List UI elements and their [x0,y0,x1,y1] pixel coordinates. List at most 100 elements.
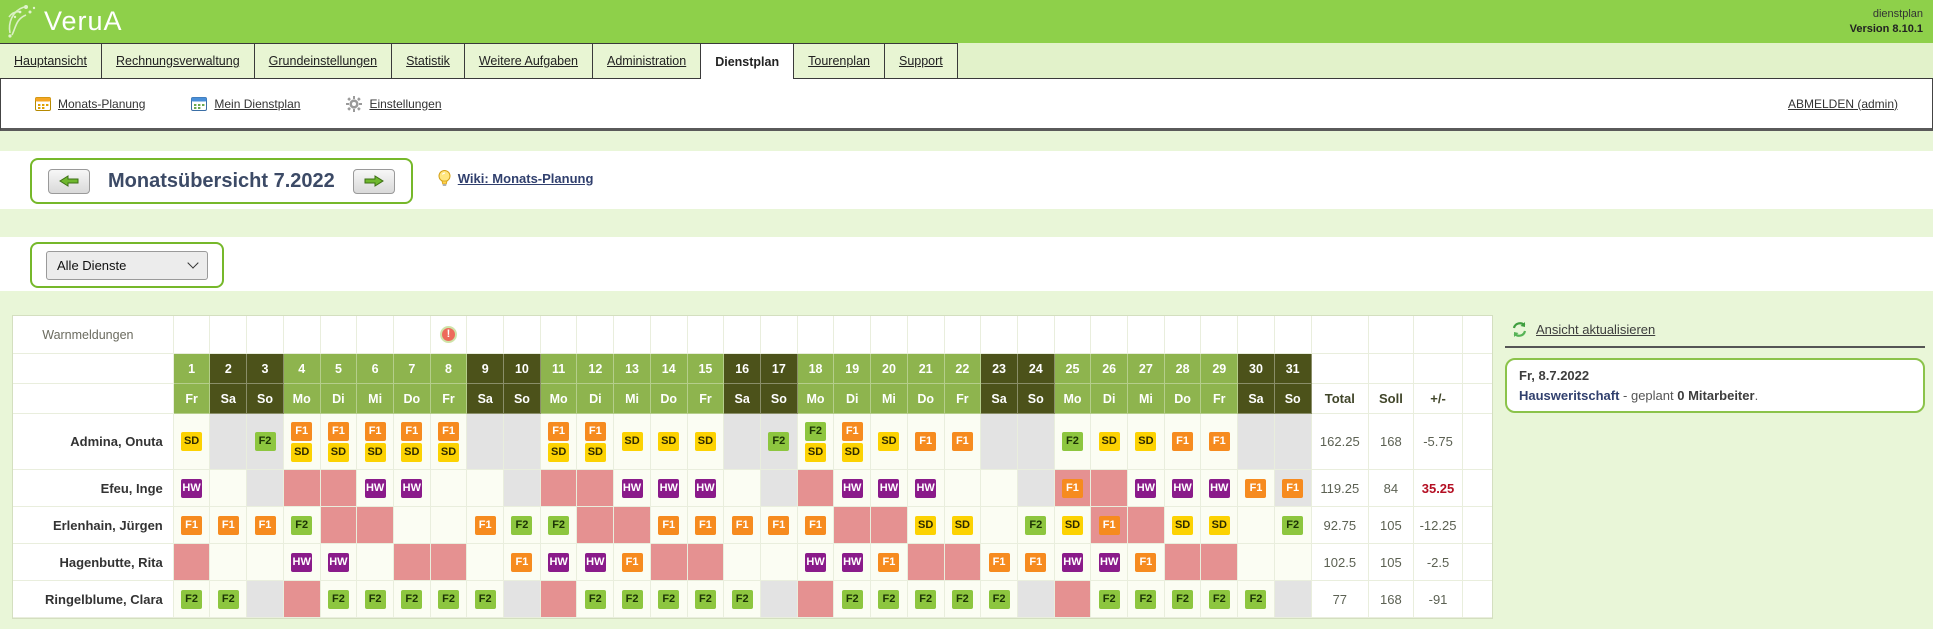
shift-badge-f1[interactable]: F1 [878,553,899,572]
shift-badge-sd[interactable]: SD [622,432,643,451]
shift-badge-f1[interactable]: F1 [548,422,569,441]
shift-cell-day-1[interactable]: HW [174,470,211,507]
day-name-2[interactable]: Sa [210,384,247,414]
shift-cell-day-14[interactable]: F1 [651,507,688,544]
shift-badge-sd[interactable]: SD [842,443,863,462]
shift-cell-day-17[interactable]: F2 [761,414,798,470]
shift-cell-day-3[interactable]: F2 [247,414,284,470]
shift-badge-hw[interactable]: HW [805,553,826,572]
shift-cell-day-12[interactable]: HW [577,544,614,581]
shift-cell-day-25[interactable]: F2 [1055,414,1092,470]
shift-badge-f1[interactable]: F1 [842,422,863,441]
shift-cell-day-11[interactable]: F2 [541,507,578,544]
shift-cell-day-6[interactable] [357,507,394,544]
shift-cell-day-13[interactable]: F2 [614,581,651,618]
shift-cell-day-28[interactable] [1165,544,1202,581]
day-number-23[interactable]: 23 [981,354,1018,384]
day-name-1[interactable]: Fr [174,384,211,414]
shift-cell-day-23[interactable]: F1 [981,544,1018,581]
shift-badge-f2[interactable]: F2 [181,590,202,609]
shift-badge-sd[interactable]: SD [915,516,936,535]
day-number-3[interactable]: 3 [247,354,284,384]
shift-badge-f2[interactable]: F2 [365,590,386,609]
day-name-15[interactable]: Fr [688,384,725,414]
tab-statistik[interactable]: Statistik [391,43,465,78]
shift-cell-day-20[interactable]: F2 [871,581,908,618]
shift-badge-f2[interactable]: F2 [805,422,826,441]
shift-cell-day-5[interactable]: F2 [321,581,358,618]
shift-cell-day-5[interactable] [321,470,358,507]
employee-name[interactable]: Ringelblume, Clara [13,581,174,618]
shift-badge-hw[interactable]: HW [181,479,202,498]
day-number-18[interactable]: 18 [798,354,835,384]
shift-badge-hw[interactable]: HW [915,479,936,498]
shift-cell-day-11[interactable] [541,581,578,618]
shift-cell-day-23[interactable] [981,470,1018,507]
shift-cell-day-23[interactable] [981,414,1018,470]
shift-cell-day-4[interactable] [284,470,321,507]
day-number-10[interactable]: 10 [504,354,541,384]
day-name-13[interactable]: Mi [614,384,651,414]
day-name-14[interactable]: Do [651,384,688,414]
shift-cell-day-22[interactable]: SD [945,507,982,544]
tab-dienstplan[interactable]: Dienstplan [700,43,794,79]
shift-badge-f1[interactable]: F1 [805,516,826,535]
day-name-4[interactable]: Mo [284,384,321,414]
shift-cell-day-24[interactable]: F2 [1018,507,1055,544]
shift-badge-f1[interactable]: F1 [475,516,496,535]
day-number-5[interactable]: 5 [321,354,358,384]
shift-cell-day-2[interactable]: F1 [210,507,247,544]
wiki-link[interactable]: Wiki: Monats-Planung [458,171,594,186]
shift-cell-day-27[interactable]: HW [1128,470,1165,507]
shift-cell-day-26[interactable]: HW [1091,544,1128,581]
shift-badge-sd[interactable]: SD [401,443,422,462]
shift-badge-f2[interactable]: F2 [401,590,422,609]
shift-cell-day-1[interactable]: F2 [174,581,211,618]
shift-badge-f2[interactable]: F2 [878,590,899,609]
shift-badge-f2[interactable]: F2 [952,590,973,609]
shift-badge-f2[interactable]: F2 [1245,590,1266,609]
shift-cell-day-31[interactable] [1275,414,1312,470]
shift-badge-f1[interactable]: F1 [658,516,679,535]
toolbar-item-monats-planung[interactable]: Monats-Planung [35,96,145,111]
shift-badge-f1[interactable]: F1 [365,422,386,441]
day-name-21[interactable]: Do [908,384,945,414]
shift-badge-f1[interactable]: F1 [291,422,312,441]
day-number-13[interactable]: 13 [614,354,651,384]
shift-badge-f1[interactable]: F1 [695,516,716,535]
shift-cell-day-23[interactable] [981,507,1018,544]
shift-badge-sd[interactable]: SD [365,443,386,462]
day-number-19[interactable]: 19 [834,354,871,384]
tab-tourenplan[interactable]: Tourenplan [793,43,885,78]
shift-badge-f1[interactable]: F1 [1135,553,1156,572]
shift-cell-day-19[interactable] [834,507,871,544]
shift-cell-day-15[interactable]: F1 [688,507,725,544]
day-name-26[interactable]: Di [1091,384,1128,414]
shift-cell-day-27[interactable]: F1 [1128,544,1165,581]
shift-cell-day-5[interactable] [321,507,358,544]
shift-cell-day-16[interactable] [724,470,761,507]
employee-name[interactable]: Hagenbutte, Rita [13,544,174,581]
shift-cell-day-2[interactable]: F2 [210,581,247,618]
shift-cell-day-9[interactable]: F2 [467,581,504,618]
day-name-29[interactable]: Fr [1201,384,1238,414]
tab-grundeinstellungen[interactable]: Grundeinstellungen [254,43,392,78]
shift-cell-day-9[interactable] [467,470,504,507]
shift-cell-day-28[interactable]: HW [1165,470,1202,507]
shift-badge-sd[interactable]: SD [328,443,349,462]
shift-badge-f2[interactable]: F2 [1025,516,1046,535]
shift-badge-f1[interactable]: F1 [732,516,753,535]
shift-badge-f2[interactable]: F2 [548,516,569,535]
shift-badge-sd[interactable]: SD [695,432,716,451]
tab-administration[interactable]: Administration [592,43,701,78]
shift-badge-f2[interactable]: F2 [1062,432,1083,451]
shift-cell-day-2[interactable] [210,470,247,507]
shift-cell-day-14[interactable]: HW [651,470,688,507]
shift-cell-day-8[interactable] [431,470,468,507]
shift-badge-hw[interactable]: HW [1172,479,1193,498]
shift-cell-day-22[interactable] [945,544,982,581]
shift-badge-f2[interactable]: F2 [732,590,753,609]
day-name-19[interactable]: Di [834,384,871,414]
shift-badge-f1[interactable]: F1 [1245,479,1266,498]
shift-badge-sd[interactable]: SD [658,432,679,451]
